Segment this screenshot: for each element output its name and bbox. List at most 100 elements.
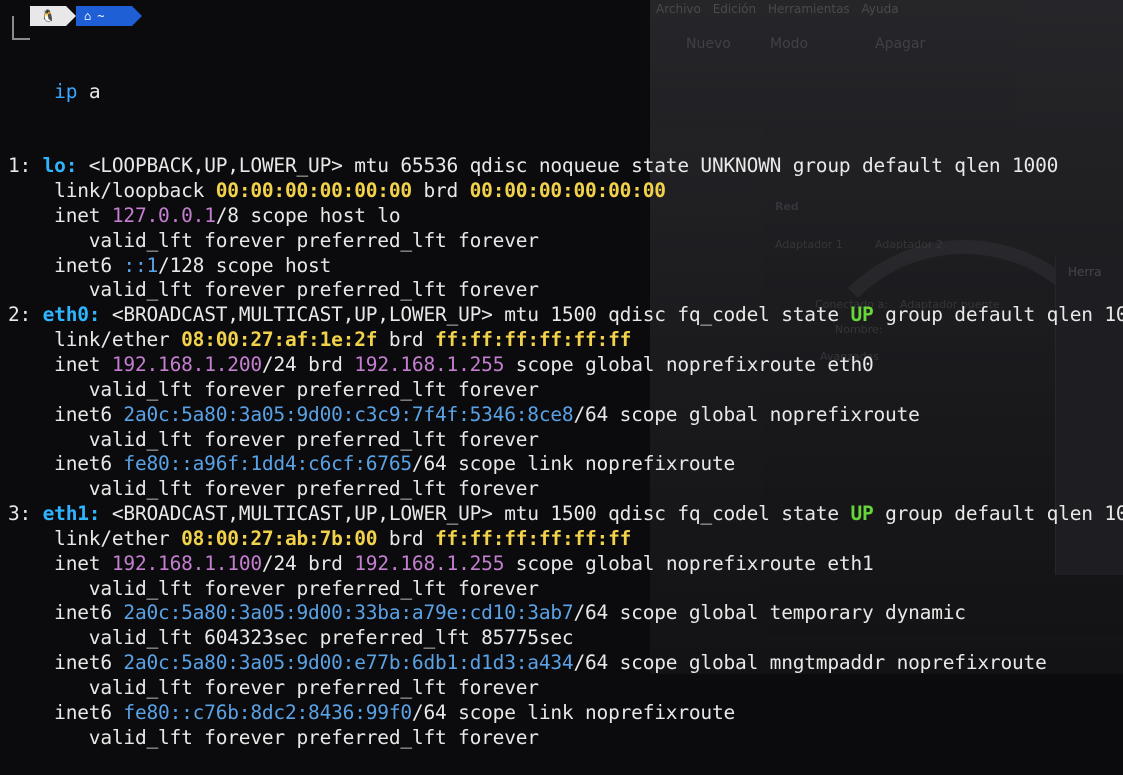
output-mac: 08:00:27:af:1e:2f: [181, 328, 378, 352]
output-line: inet6 2a0c:5a80:3a05:9d00:e77b:6db1:d1d3…: [8, 651, 1123, 676]
output-line: inet6 2a0c:5a80:3a05:9d00:c3c9:7f4f:5346…: [8, 403, 1123, 428]
output-text: brd: [377, 328, 435, 352]
output-iface: eth0:: [42, 303, 101, 327]
output-line: inet6 2a0c:5a80:3a05:9d00:33ba:a79e:cd10…: [8, 601, 1123, 626]
output-text: 2:: [8, 303, 43, 327]
output-text: inet: [8, 551, 112, 575]
output-line: 1: lo: <LOOPBACK,UP,LOWER_UP> mtu 65536 …: [8, 154, 1123, 179]
output-ip6: fe80::a96f:1dd4:c6cf:6765: [123, 452, 412, 476]
output-text: scope global noprefixroute eth1: [504, 551, 874, 575]
output-line: inet6 fe80::a96f:1dd4:c6cf:6765/64 scope…: [8, 452, 1123, 477]
output-text: valid_lft forever preferred_lft forever: [8, 377, 539, 401]
output-text: inet6: [8, 601, 124, 625]
output-text: valid_lft forever preferred_lft forever: [8, 725, 539, 749]
command-line: ip a: [8, 80, 1123, 105]
tux-icon: 🐧: [30, 6, 76, 26]
output-text: link/ether: [8, 526, 182, 550]
command-name: ip: [54, 79, 78, 103]
menu-herramientas[interactable]: Herramientas: [768, 2, 850, 16]
output-text: valid_lft forever preferred_lft forever: [8, 477, 539, 501]
output-text: inet6: [8, 700, 124, 724]
output-text: valid_lft forever preferred_lft forever: [8, 427, 539, 451]
output-mac: 08:00:27:ab:7b:00: [181, 526, 378, 550]
output-text: valid_lft forever preferred_lft forever: [8, 228, 539, 252]
output-ip6: 2a0c:5a80:3a05:9d00:e77b:6db1:d1d3:a434: [123, 651, 574, 675]
output-text: /8 scope host lo: [215, 203, 401, 227]
output-mac: 00:00:00:00:00:00: [469, 179, 666, 203]
output-ip4: 192.168.1.200: [111, 352, 262, 376]
output-text: /64 scope global mngtmpaddr noprefixrout…: [573, 651, 1047, 675]
output-text: /64 scope global noprefixroute: [573, 402, 920, 426]
menu-edicion[interactable]: Edición: [713, 2, 756, 16]
output-text: brd: [411, 179, 470, 203]
output-line: valid_lft forever preferred_lft forever: [8, 676, 1123, 701]
output-text: inet6: [8, 253, 124, 277]
output-ip4: 192.168.1.255: [354, 551, 505, 575]
output-line: link/ether 08:00:27:ab:7b:00 brd ff:ff:f…: [8, 527, 1123, 552]
output-text: inet: [8, 352, 112, 376]
output-mac: 00:00:00:00:00:00: [215, 179, 412, 203]
output-iface: eth1:: [42, 502, 101, 526]
output-line: valid_lft forever preferred_lft forever: [8, 577, 1123, 602]
output-text: valid_lft forever preferred_lft forever: [8, 675, 539, 699]
output-text: scope global noprefixroute eth0: [504, 352, 874, 376]
output-text: link/loopback: [8, 179, 216, 203]
output-line: inet 127.0.0.1/8 scope host lo: [8, 204, 1123, 229]
output-up: UP: [850, 502, 874, 526]
output-text: inet6: [8, 402, 124, 426]
output-text: /24 brd: [261, 551, 355, 575]
output-iface: lo:: [42, 154, 78, 178]
command-argument: a: [88, 79, 101, 103]
output-text: inet6: [8, 651, 124, 675]
output-line: 2: eth0: <BROADCAST,MULTICAST,UP,LOWER_U…: [8, 303, 1123, 328]
output-line: link/ether 08:00:27:af:1e:2f brd ff:ff:f…: [8, 328, 1123, 353]
output-ip6: ::1: [123, 253, 159, 277]
output-text: /64 scope global temporary dynamic: [573, 601, 966, 625]
prompt-path: ~: [97, 9, 105, 23]
output-mac: ff:ff:ff:ff:ff:ff: [435, 328, 632, 352]
home-icon: ⌂: [84, 9, 92, 23]
output-text: valid_lft forever preferred_lft forever: [8, 278, 539, 302]
output-line: valid_lft 604323sec preferred_lft 85775s…: [8, 626, 1123, 651]
prompt-path-segment: ⌂ ~: [76, 6, 142, 26]
terminal-output[interactable]: ip a 1: lo: <LOOPBACK,UP,LOWER_UP> mtu 6…: [8, 30, 1123, 775]
output-line: valid_lft forever preferred_lft forever: [8, 378, 1123, 403]
output-line: inet 192.168.1.100/24 brd 192.168.1.255 …: [8, 552, 1123, 577]
output-up: UP: [850, 303, 874, 327]
background-menubar: Archivo Edición Herramientas Ayuda: [656, 2, 907, 16]
menu-ayuda[interactable]: Ayuda: [862, 2, 899, 16]
output-ip6: 2a0c:5a80:3a05:9d00:c3c9:7f4f:5346:8ce8: [123, 402, 574, 426]
menu-archivo[interactable]: Archivo: [656, 2, 701, 16]
output-line: valid_lft forever preferred_lft forever: [8, 428, 1123, 453]
output-line: valid_lft forever preferred_lft forever: [8, 229, 1123, 254]
output-text: <LOOPBACK,UP,LOWER_UP> mtu 65536 qdisc n…: [77, 154, 1059, 178]
output-text: valid_lft forever preferred_lft forever: [8, 576, 539, 600]
output-text: /64 scope link noprefixroute: [411, 700, 736, 724]
output-text: brd: [377, 526, 435, 550]
output-line: inet6 ::1/128 scope host: [8, 254, 1123, 279]
output-line: valid_lft forever preferred_lft forever: [8, 278, 1123, 303]
output-line: valid_lft forever preferred_lft forever: [8, 477, 1123, 502]
output-text: /128 scope host: [158, 253, 332, 277]
output-line: inet6 fe80::c76b:8dc2:8436:99f0/64 scope…: [8, 701, 1123, 726]
output-line: link/loopback 00:00:00:00:00:00 brd 00:0…: [8, 179, 1123, 204]
output-text: inet6: [8, 452, 124, 476]
output-line: inet 192.168.1.200/24 brd 192.168.1.255 …: [8, 353, 1123, 378]
output-lines: 1: lo: <LOOPBACK,UP,LOWER_UP> mtu 65536 …: [8, 154, 1123, 750]
output-ip6: fe80::c76b:8dc2:8436:99f0: [123, 700, 412, 724]
output-text: /64 scope link noprefixroute: [411, 452, 736, 476]
output-text: valid_lft 604323sec preferred_lft 85775s…: [8, 626, 574, 650]
output-text: link/ether: [8, 328, 182, 352]
output-text: inet: [8, 203, 112, 227]
output-text: group default qlen 1000: [873, 502, 1123, 526]
output-text: 3:: [8, 502, 43, 526]
output-mac: ff:ff:ff:ff:ff:ff: [435, 526, 632, 550]
output-ip4: 192.168.1.255: [354, 352, 505, 376]
output-ip6: 2a0c:5a80:3a05:9d00:33ba:a79e:cd10:3ab7: [123, 601, 574, 625]
output-text: group default qlen 1000: [873, 303, 1123, 327]
output-line: valid_lft forever preferred_lft forever: [8, 726, 1123, 751]
output-text: <BROADCAST,MULTICAST,UP,LOWER_UP> mtu 15…: [100, 502, 851, 526]
output-line: 3: eth1: <BROADCAST,MULTICAST,UP,LOWER_U…: [8, 502, 1123, 527]
output-ip4: 192.168.1.100: [111, 551, 262, 575]
output-text: /24 brd: [261, 352, 355, 376]
